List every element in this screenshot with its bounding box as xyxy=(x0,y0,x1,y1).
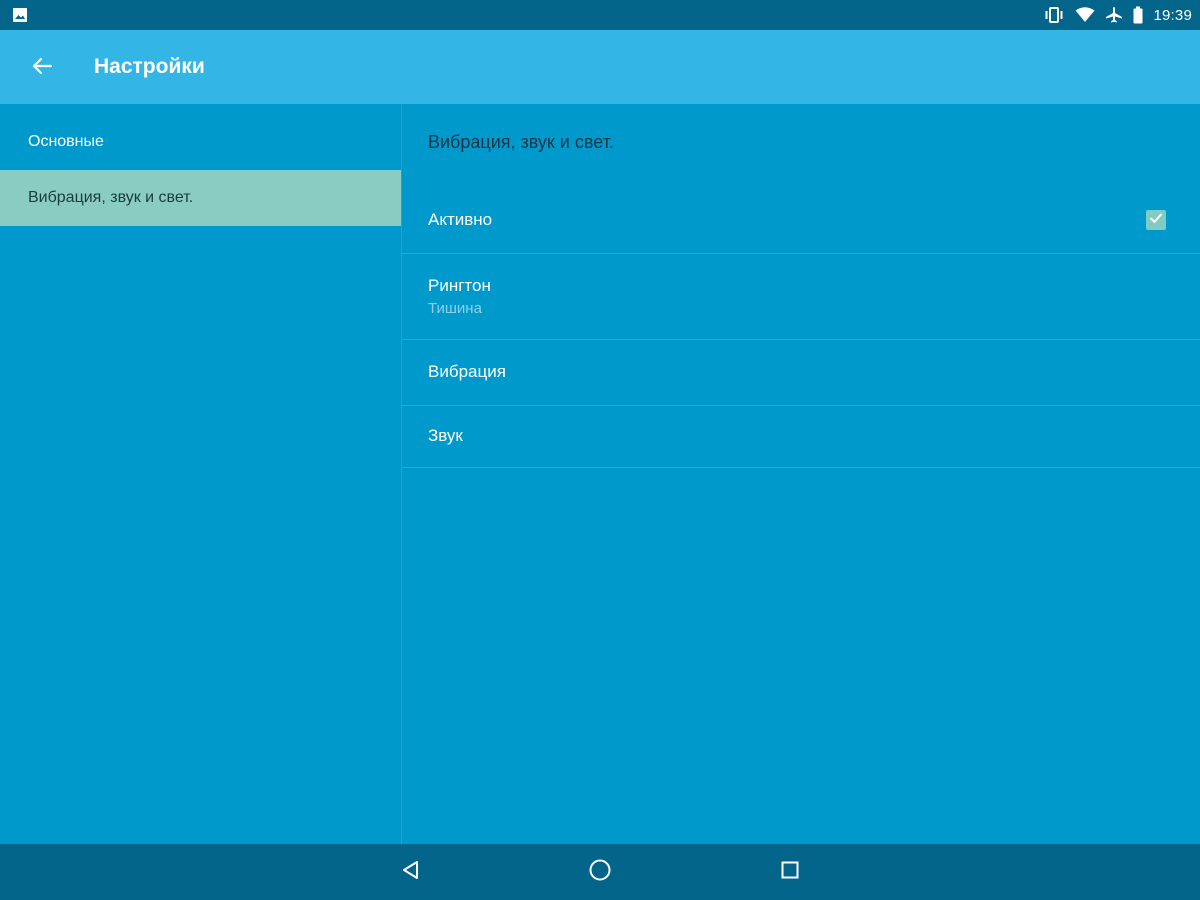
sidebar-item-vibration-sound-light[interactable]: Вибрация, звук и свет. xyxy=(0,170,401,226)
section-title: Вибрация, звук и свет. xyxy=(428,132,614,152)
nav-recents-button[interactable] xyxy=(776,858,804,886)
status-bar: 19:39 xyxy=(0,0,1200,30)
back-triangle-icon xyxy=(400,859,422,886)
page-title: Настройки xyxy=(94,55,205,78)
detail-pane: Вибрация, звук и свет. Активно Рингтон Т… xyxy=(402,104,1200,844)
arrow-back-icon xyxy=(31,55,53,82)
navigation-bar xyxy=(0,844,1200,900)
pref-title: Звук xyxy=(428,426,463,445)
checkmark-icon xyxy=(1148,210,1164,231)
screen: 19:39 Настройки Основные Вибрация, звук … xyxy=(0,0,1200,900)
pref-vibration[interactable]: Вибрация xyxy=(402,340,1200,406)
pref-ringtone[interactable]: Рингтон Тишина xyxy=(402,254,1200,340)
nav-back-button[interactable] xyxy=(397,858,425,886)
status-time: 19:39 xyxy=(1153,6,1192,24)
sidebar-item-general[interactable]: Основные xyxy=(0,114,401,170)
pref-title: Активно xyxy=(428,210,493,229)
sidebar-item-label: Основные xyxy=(28,133,104,150)
battery-icon xyxy=(1133,6,1143,24)
airplane-icon xyxy=(1105,6,1123,24)
back-button[interactable] xyxy=(22,48,62,88)
pref-active[interactable]: Активно xyxy=(402,188,1200,254)
sidebar: Основные Вибрация, звук и свет. xyxy=(0,104,402,844)
pref-title: Вибрация xyxy=(428,362,506,381)
sidebar-item-label: Вибрация, звук и свет. xyxy=(28,189,194,206)
nav-home-button[interactable] xyxy=(586,858,614,886)
recents-square-icon xyxy=(779,859,801,886)
home-circle-icon xyxy=(588,858,612,887)
status-icons: 19:39 xyxy=(1043,0,1192,30)
app-bar: Настройки xyxy=(0,30,1200,104)
pref-summary: Тишина xyxy=(428,300,482,317)
image-notification-icon xyxy=(12,7,28,23)
active-checkbox[interactable] xyxy=(1146,210,1166,230)
vibrate-icon xyxy=(1043,7,1065,23)
pref-sound[interactable]: Звук xyxy=(402,406,1200,468)
wifi-icon xyxy=(1075,7,1095,23)
pref-title: Рингтон xyxy=(428,276,491,295)
